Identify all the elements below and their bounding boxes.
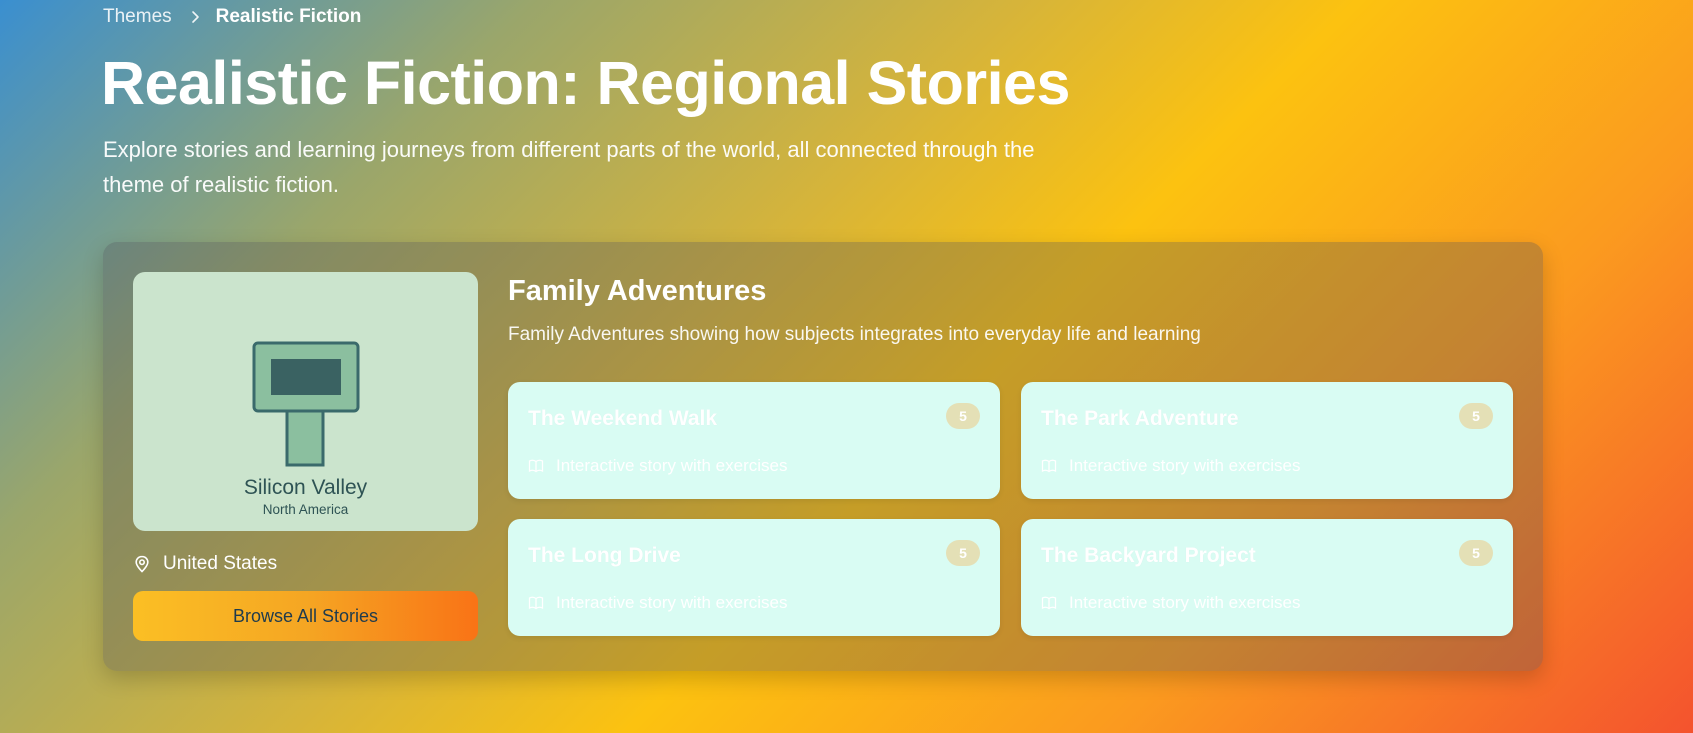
region-panel: Silicon Valley North America United Stat…: [103, 242, 1543, 671]
story-count-badge: 5: [946, 540, 980, 566]
region-continent: North America: [262, 502, 349, 517]
breadcrumb-themes-link[interactable]: Themes: [103, 6, 172, 28]
story-card[interactable]: The Long Drive 5 Interactive story with …: [508, 519, 1000, 636]
collection-title: Family Adventures: [508, 275, 767, 307]
collection-description: Family Adventures showing how subjects i…: [508, 324, 1201, 345]
story-meta: Interactive story with exercises: [528, 593, 787, 613]
story-meta-text: Interactive story with exercises: [1069, 593, 1301, 612]
story-meta: Interactive story with exercises: [528, 456, 787, 476]
story-count-badge: 5: [1459, 403, 1493, 429]
story-card[interactable]: The Weekend Walk 5 Interactive story wit…: [508, 382, 1000, 499]
story-title: The Long Drive: [528, 544, 681, 567]
page-title: Realistic Fiction: Regional Stories: [101, 49, 1070, 117]
map-pin-icon: [135, 555, 149, 573]
story-title: The Backyard Project: [1041, 544, 1256, 567]
region-name: Silicon Valley: [243, 476, 368, 499]
page-subtitle: Explore stories and learning journeys fr…: [103, 137, 1035, 197]
story-meta-text: Interactive story with exercises: [556, 456, 788, 475]
story-meta-text: Interactive story with exercises: [1069, 456, 1301, 475]
book-icon: [1041, 596, 1057, 610]
book-icon: [528, 596, 544, 610]
breadcrumb-current: Realistic Fiction: [215, 6, 362, 27]
story-count-badge: 5: [1459, 540, 1493, 566]
story-count-badge: 5: [946, 403, 980, 429]
story-card[interactable]: The Park Adventure 5 Interactive story w…: [1021, 382, 1513, 499]
story-meta-text: Interactive story with exercises: [556, 593, 788, 612]
book-icon: [1041, 459, 1057, 473]
story-meta: Interactive story with exercises: [1041, 593, 1300, 613]
region-country: United States: [163, 553, 278, 574]
story-title: The Park Adventure: [1041, 407, 1239, 430]
region-card: Silicon Valley North America: [133, 272, 478, 531]
book-icon: [528, 459, 544, 473]
browse-all-stories-button[interactable]: Browse All Stories: [133, 591, 478, 641]
breadcrumb: Themes Realistic Fiction: [103, 6, 361, 28]
story-title: The Weekend Walk: [528, 407, 718, 430]
region-location: United States: [133, 553, 277, 575]
chevron-right-icon: [188, 10, 202, 24]
signpost-icon: [252, 341, 359, 467]
story-meta: Interactive story with exercises: [1041, 456, 1300, 476]
story-card[interactable]: The Backyard Project 5 Interactive story…: [1021, 519, 1513, 636]
